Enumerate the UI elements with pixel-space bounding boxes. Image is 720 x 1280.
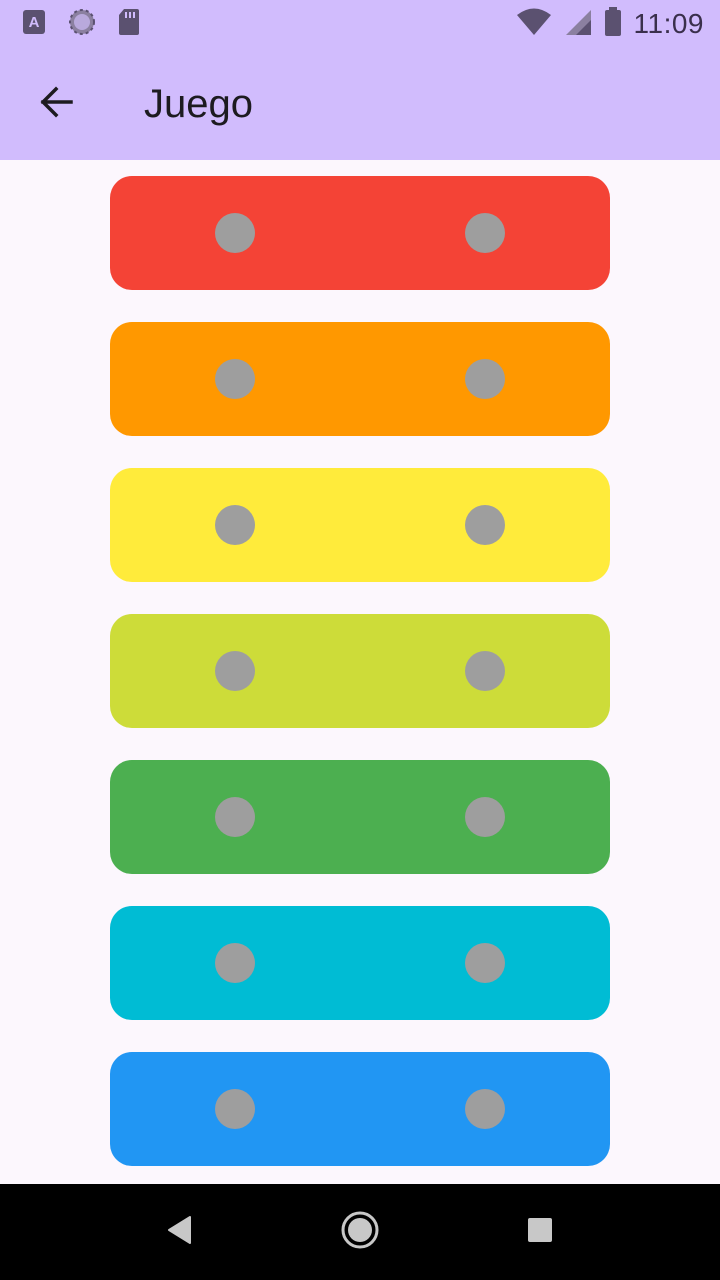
status-left-icons: A (22, 8, 140, 41)
back-triangle-icon (166, 1215, 194, 1250)
nav-recents-button[interactable] (512, 1204, 568, 1260)
bar-right-dot (465, 651, 505, 691)
bar-right-dot (465, 1089, 505, 1129)
system-nav-bar (0, 1184, 720, 1280)
bar-red[interactable] (110, 176, 610, 290)
svg-text:A: A (29, 14, 40, 31)
bar-right-dot (465, 505, 505, 545)
page-title: Juego (144, 81, 253, 126)
bar-cyan[interactable] (110, 906, 610, 1020)
loading-icon (68, 8, 96, 41)
bar-orange[interactable] (110, 322, 610, 436)
bar-blue[interactable] (110, 1052, 610, 1166)
home-circle-icon (340, 1210, 380, 1255)
bar-left-dot (215, 213, 255, 253)
xylophone-area (0, 160, 720, 1184)
bar-left-dot (215, 1089, 255, 1129)
status-clock: 11:09 (633, 8, 704, 39)
status-bar: A 11:09 (0, 0, 720, 48)
bar-left-dot (215, 943, 255, 983)
bar-left-dot (215, 797, 255, 837)
bar-lime[interactable] (110, 614, 610, 728)
bar-right-dot (465, 359, 505, 399)
bar-right-dot (465, 213, 505, 253)
back-button[interactable] (24, 72, 88, 136)
nav-home-button[interactable] (332, 1204, 388, 1260)
bar-green[interactable] (110, 760, 610, 874)
nav-back-button[interactable] (152, 1204, 208, 1260)
arrow-back-icon (38, 84, 74, 125)
bar-right-dot (465, 943, 505, 983)
signal-icon (564, 8, 592, 41)
sd-card-icon (118, 8, 140, 41)
bar-left-dot (215, 505, 255, 545)
font-app-icon: A (22, 9, 46, 40)
bar-right-dot (465, 797, 505, 837)
wifi-icon (516, 8, 552, 41)
bar-yellow[interactable] (110, 468, 610, 582)
recents-square-icon (526, 1216, 554, 1249)
app-bar: Juego (0, 48, 720, 160)
bar-left-dot (215, 359, 255, 399)
bar-left-dot (215, 651, 255, 691)
battery-icon (604, 6, 622, 42)
status-right-icons: 11:09 (516, 6, 705, 42)
